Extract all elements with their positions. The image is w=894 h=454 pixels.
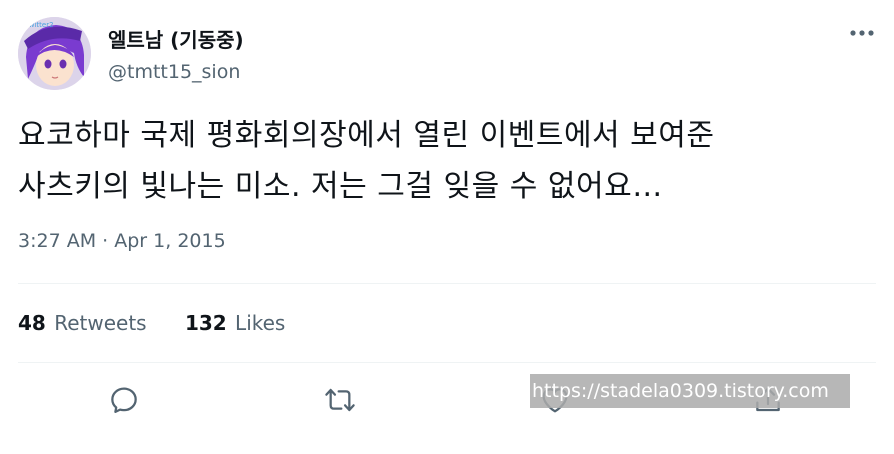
more-icon bbox=[850, 30, 874, 36]
divider bbox=[18, 283, 876, 284]
meta-separator: · bbox=[102, 230, 109, 252]
retweets-count: 48 bbox=[18, 311, 46, 335]
reply-button[interactable] bbox=[104, 380, 144, 420]
retweet-icon bbox=[325, 388, 355, 412]
reply-icon bbox=[111, 387, 137, 413]
retweet-button[interactable] bbox=[320, 380, 360, 420]
engagement-stats: 48 Retweets 132 Likes bbox=[18, 311, 317, 335]
tweet-text: 요코하마 국제 평화회의장에서 열린 이벤트에서 보여준 사츠키의 빛나는 미소… bbox=[18, 118, 715, 204]
avatar[interactable]: twitter2 bbox=[18, 17, 91, 90]
user-handle[interactable]: @tmtt15_sion bbox=[108, 61, 240, 83]
retweets-stat[interactable]: 48 Retweets bbox=[18, 311, 147, 335]
more-options-button[interactable] bbox=[842, 18, 882, 48]
tweet-timestamp: 3:27 AM · Apr 1, 2015 bbox=[18, 230, 226, 252]
svg-text:twitter2: twitter2 bbox=[26, 21, 54, 29]
likes-count: 132 bbox=[184, 311, 227, 335]
watermark: https://stadela0309.tistory.com bbox=[530, 374, 850, 408]
display-name[interactable]: 엘트남 (기동중) bbox=[108, 24, 244, 53]
tweet-date[interactable]: Apr 1, 2015 bbox=[114, 230, 225, 252]
retweets-label: Retweets bbox=[54, 311, 147, 335]
divider bbox=[18, 362, 876, 363]
likes-label: Likes bbox=[235, 311, 286, 335]
likes-stat[interactable]: 132 Likes bbox=[185, 311, 285, 335]
avatar-image: twitter2 bbox=[18, 17, 91, 90]
tweet-time[interactable]: 3:27 AM bbox=[18, 230, 96, 252]
